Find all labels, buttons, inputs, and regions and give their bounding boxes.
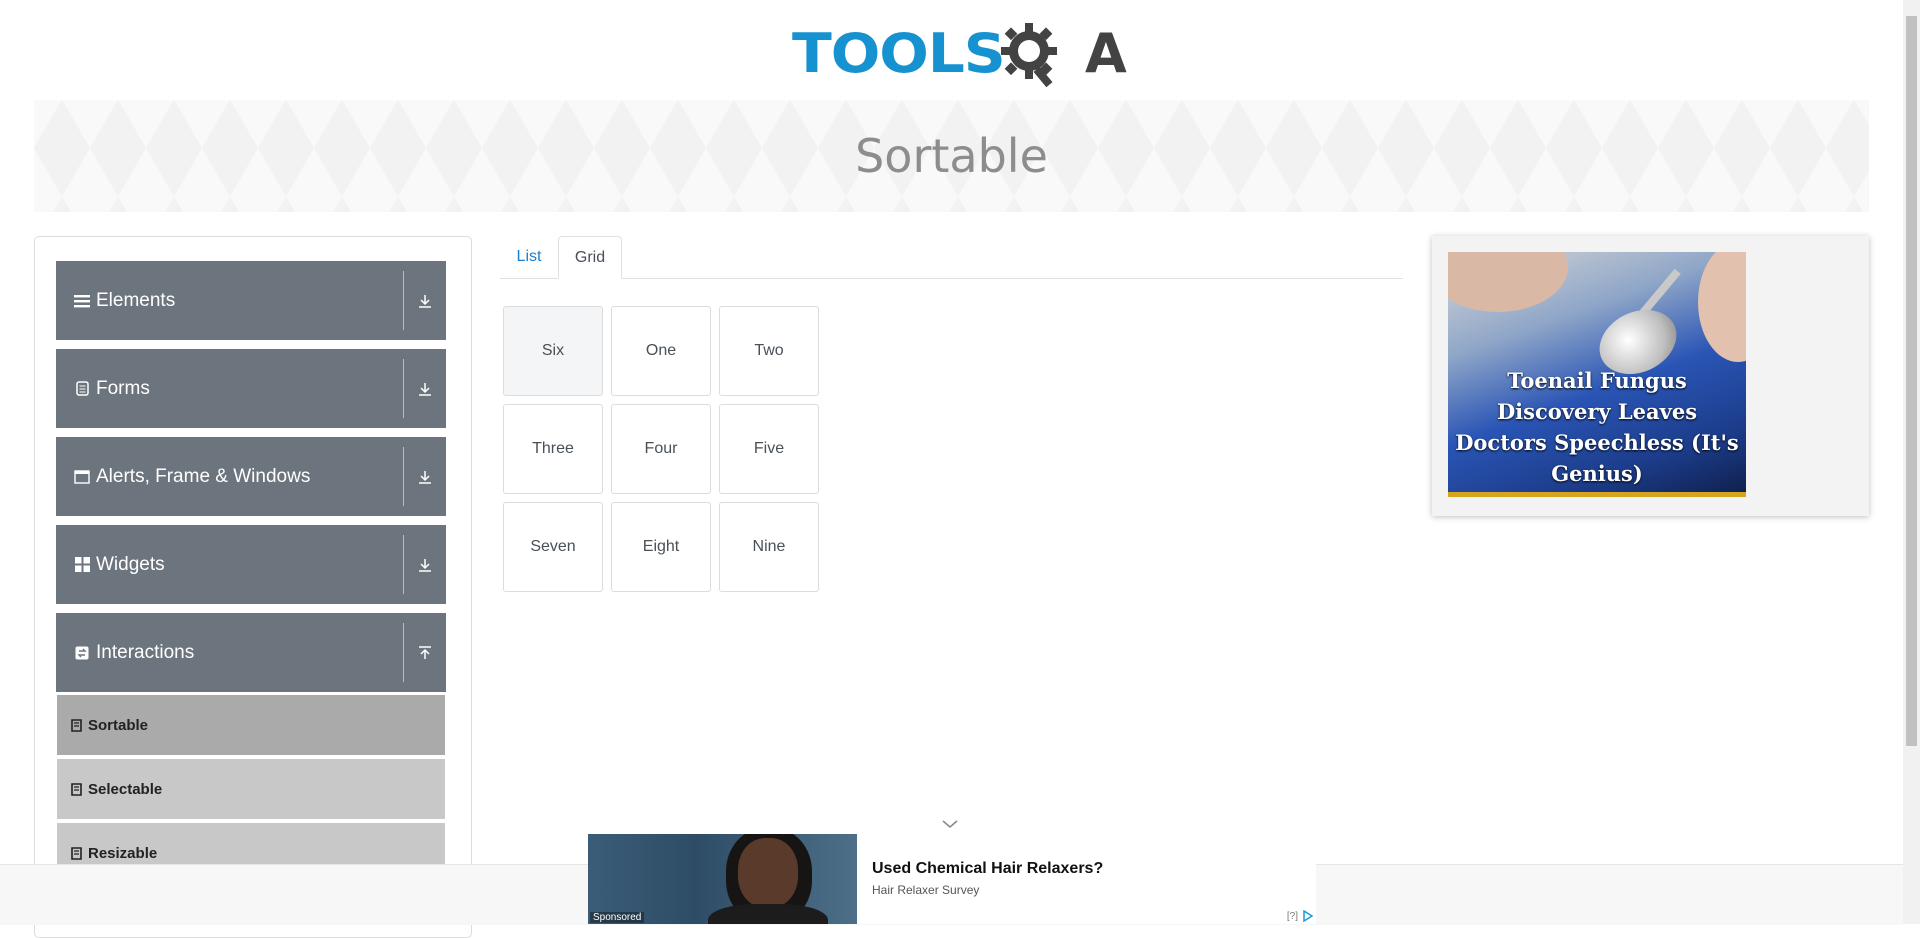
logo-qa-text: A: [1084, 21, 1127, 85]
sponsored-label: Sponsored: [590, 912, 645, 923]
sidebar-group-label: Elements: [96, 289, 176, 311]
ad-help-link[interactable]: [?]: [1287, 911, 1298, 922]
grid-item-two[interactable]: Two: [719, 306, 819, 396]
gear-icon: [1000, 23, 1057, 88]
ad-choices-badge[interactable]: [?]: [1287, 910, 1314, 922]
upload-icon[interactable]: [412, 640, 438, 666]
ad-sidebar[interactable]: Toenail Fungus Discovery Leaves Doctors …: [1432, 236, 1869, 516]
ad-hand-shape: [1698, 252, 1746, 362]
scrollbar[interactable]: [1903, 0, 1920, 924]
sidebar-group-label: Widgets: [96, 553, 165, 575]
file-icon: [71, 782, 82, 796]
sidebar-item-label: Resizable: [88, 844, 158, 862]
adchoices-icon[interactable]: [1302, 910, 1314, 922]
grid-item-seven[interactable]: Seven: [503, 502, 603, 592]
sidebar-group-forms[interactable]: Forms: [56, 349, 446, 428]
divider: [403, 447, 404, 506]
sidebar-group-elements[interactable]: Elements: [56, 261, 446, 340]
ad-person-face: [738, 838, 798, 908]
download-icon[interactable]: [412, 376, 438, 402]
ad-image[interactable]: Toenail Fungus Discovery Leaves Doctors …: [1448, 252, 1746, 497]
chevron-down-icon[interactable]: [941, 818, 959, 830]
file-icon: [71, 846, 82, 860]
page-banner: Sortable: [34, 100, 1869, 212]
ad-bar: [1448, 492, 1746, 497]
download-icon[interactable]: [412, 464, 438, 490]
divider: [403, 271, 404, 330]
grid-item-three[interactable]: Three: [503, 404, 603, 494]
divider: [403, 359, 404, 418]
sidebar-item-label: Selectable: [88, 780, 163, 798]
grid-item-eight[interactable]: Eight: [611, 502, 711, 592]
tab-list[interactable]: List: [500, 236, 558, 278]
sidebar-group-alerts[interactable]: Alerts, Frame & Windows: [56, 437, 446, 516]
grid-item-five[interactable]: Five: [719, 404, 819, 494]
toolsqa-logo[interactable]: TOOLS A: [792, 16, 1127, 90]
tab-grid[interactable]: Grid: [558, 236, 622, 279]
logo-tools-text: TOOLS: [792, 21, 1006, 85]
sidebar-item-label: Sortable: [88, 716, 149, 734]
scrollbar-thumb[interactable]: [1906, 16, 1917, 746]
bottom-ad-title[interactable]: Used Chemical Hair Relaxers?: [872, 860, 1103, 878]
sidebar-group-widgets[interactable]: Widgets: [56, 525, 446, 604]
grid-item-six[interactable]: Six: [503, 306, 603, 396]
sidebar-item-selectable[interactable]: Selectable: [57, 759, 445, 819]
sidebar-group-label: Forms: [96, 377, 150, 399]
ad-hand-shape: [1448, 252, 1568, 312]
grid-item-four[interactable]: Four: [611, 404, 711, 494]
hamburger-icon: [74, 293, 90, 309]
tab-bar: List Grid: [500, 236, 1403, 279]
download-icon[interactable]: [412, 552, 438, 578]
download-icon[interactable]: [412, 288, 438, 314]
ad-person-body: [708, 904, 828, 924]
divider: [403, 535, 404, 594]
divider: [403, 623, 404, 682]
bottom-ad-image[interactable]: Sponsored: [588, 834, 857, 924]
ad-caption: Toenail Fungus Discovery Leaves Doctors …: [1455, 368, 1739, 486]
window-icon: [74, 469, 90, 485]
widgets-icon: [74, 557, 90, 573]
form-icon: [74, 381, 90, 397]
bottom-ad-subtitle: Hair Relaxer Survey: [872, 883, 980, 897]
sidebar-group-interactions[interactable]: Interactions: [56, 613, 446, 692]
bottom-ad[interactable]: Sponsored Used Chemical Hair Relaxers? H…: [588, 834, 1316, 924]
sidebar-group-label: Alerts, Frame & Windows: [96, 465, 311, 487]
sidebar-item-sortable[interactable]: Sortable: [57, 695, 445, 755]
sidebar-group-label: Interactions: [96, 641, 195, 663]
file-icon: [71, 718, 82, 732]
grid-item-one[interactable]: One: [611, 306, 711, 396]
interactions-icon: [74, 645, 90, 661]
grid-item-nine[interactable]: Nine: [719, 502, 819, 592]
page-title: Sortable: [855, 129, 1048, 183]
